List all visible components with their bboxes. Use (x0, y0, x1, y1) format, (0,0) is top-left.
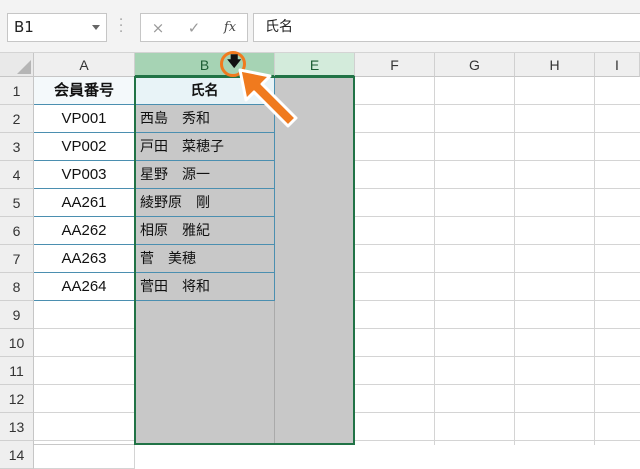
column-header-h[interactable]: H (515, 53, 595, 77)
formula-input[interactable]: 氏名 (253, 13, 640, 42)
cell-a5[interactable]: AA261 (34, 189, 135, 217)
column-header-i[interactable]: I (595, 53, 640, 77)
cell-a8[interactable]: AA264 (34, 273, 135, 301)
cell-a14[interactable] (34, 441, 135, 469)
column-f-cells[interactable] (355, 77, 435, 445)
name-box-value: B1 (14, 18, 34, 36)
cell-b4[interactable]: 星野 源一 (135, 161, 275, 189)
cell-b3[interactable]: 戸田 菜穂子 (135, 133, 275, 161)
cell-a4[interactable]: VP003 (34, 161, 135, 189)
row-header-14[interactable]: 14 (0, 441, 34, 469)
cell-a1[interactable]: 会員番号 (34, 77, 135, 105)
enter-icon[interactable]: ✓ (181, 16, 207, 40)
cancel-icon[interactable]: × (145, 16, 171, 40)
annotation-arrow-icon (238, 68, 298, 128)
row-header-8[interactable]: 8 (0, 273, 34, 301)
formula-bar: B1 · · · × ✓ fx 氏名 (0, 0, 640, 53)
column-header-f[interactable]: F (355, 53, 435, 77)
row-header-4[interactable]: 4 (0, 161, 34, 189)
cell-b8[interactable]: 菅田 将和 (135, 273, 275, 301)
row-header-5[interactable]: 5 (0, 189, 34, 217)
cell-a9[interactable] (34, 301, 135, 329)
row-header-13[interactable]: 13 (0, 413, 34, 441)
cell-b7[interactable]: 菅 美穂 (135, 245, 275, 273)
cell-b5[interactable]: 綾野原 剛 (135, 189, 275, 217)
row-header-7[interactable]: 7 (0, 245, 34, 273)
more-options-icon[interactable]: · · · (119, 14, 123, 39)
row-header-12[interactable]: 12 (0, 385, 34, 413)
formula-value: 氏名 (265, 19, 293, 35)
cell-a13[interactable] (34, 413, 135, 441)
column-i-cells[interactable] (595, 77, 640, 445)
column-h-cells[interactable] (515, 77, 595, 445)
cell-a6[interactable]: AA262 (34, 217, 135, 245)
row-header-11[interactable]: 11 (0, 357, 34, 385)
cell-a10[interactable] (34, 329, 135, 357)
row-header-2[interactable]: 2 (0, 105, 34, 133)
chevron-down-icon[interactable] (92, 25, 100, 30)
cell-a11[interactable] (34, 357, 135, 385)
formula-buttons: × ✓ fx (140, 13, 248, 42)
cell-b6[interactable]: 相原 雅紀 (135, 217, 275, 245)
select-all-button[interactable] (0, 53, 34, 77)
column-header-g[interactable]: G (435, 53, 515, 77)
select-all-icon (17, 60, 31, 74)
row-header-10[interactable]: 10 (0, 329, 34, 357)
row-header-3[interactable]: 3 (0, 133, 34, 161)
column-g-cells[interactable] (435, 77, 515, 445)
row-header-1[interactable]: 1 (0, 77, 34, 105)
column-header-a[interactable]: A (34, 53, 135, 77)
cell-a12[interactable] (34, 385, 135, 413)
name-box[interactable]: B1 (7, 13, 107, 42)
cell-a2[interactable]: VP001 (34, 105, 135, 133)
cell-a7[interactable]: AA263 (34, 245, 135, 273)
insert-function-icon[interactable]: fx (217, 16, 243, 40)
row-header-9[interactable]: 9 (0, 301, 34, 329)
row-header-6[interactable]: 6 (0, 217, 34, 245)
cell-a3[interactable]: VP002 (34, 133, 135, 161)
